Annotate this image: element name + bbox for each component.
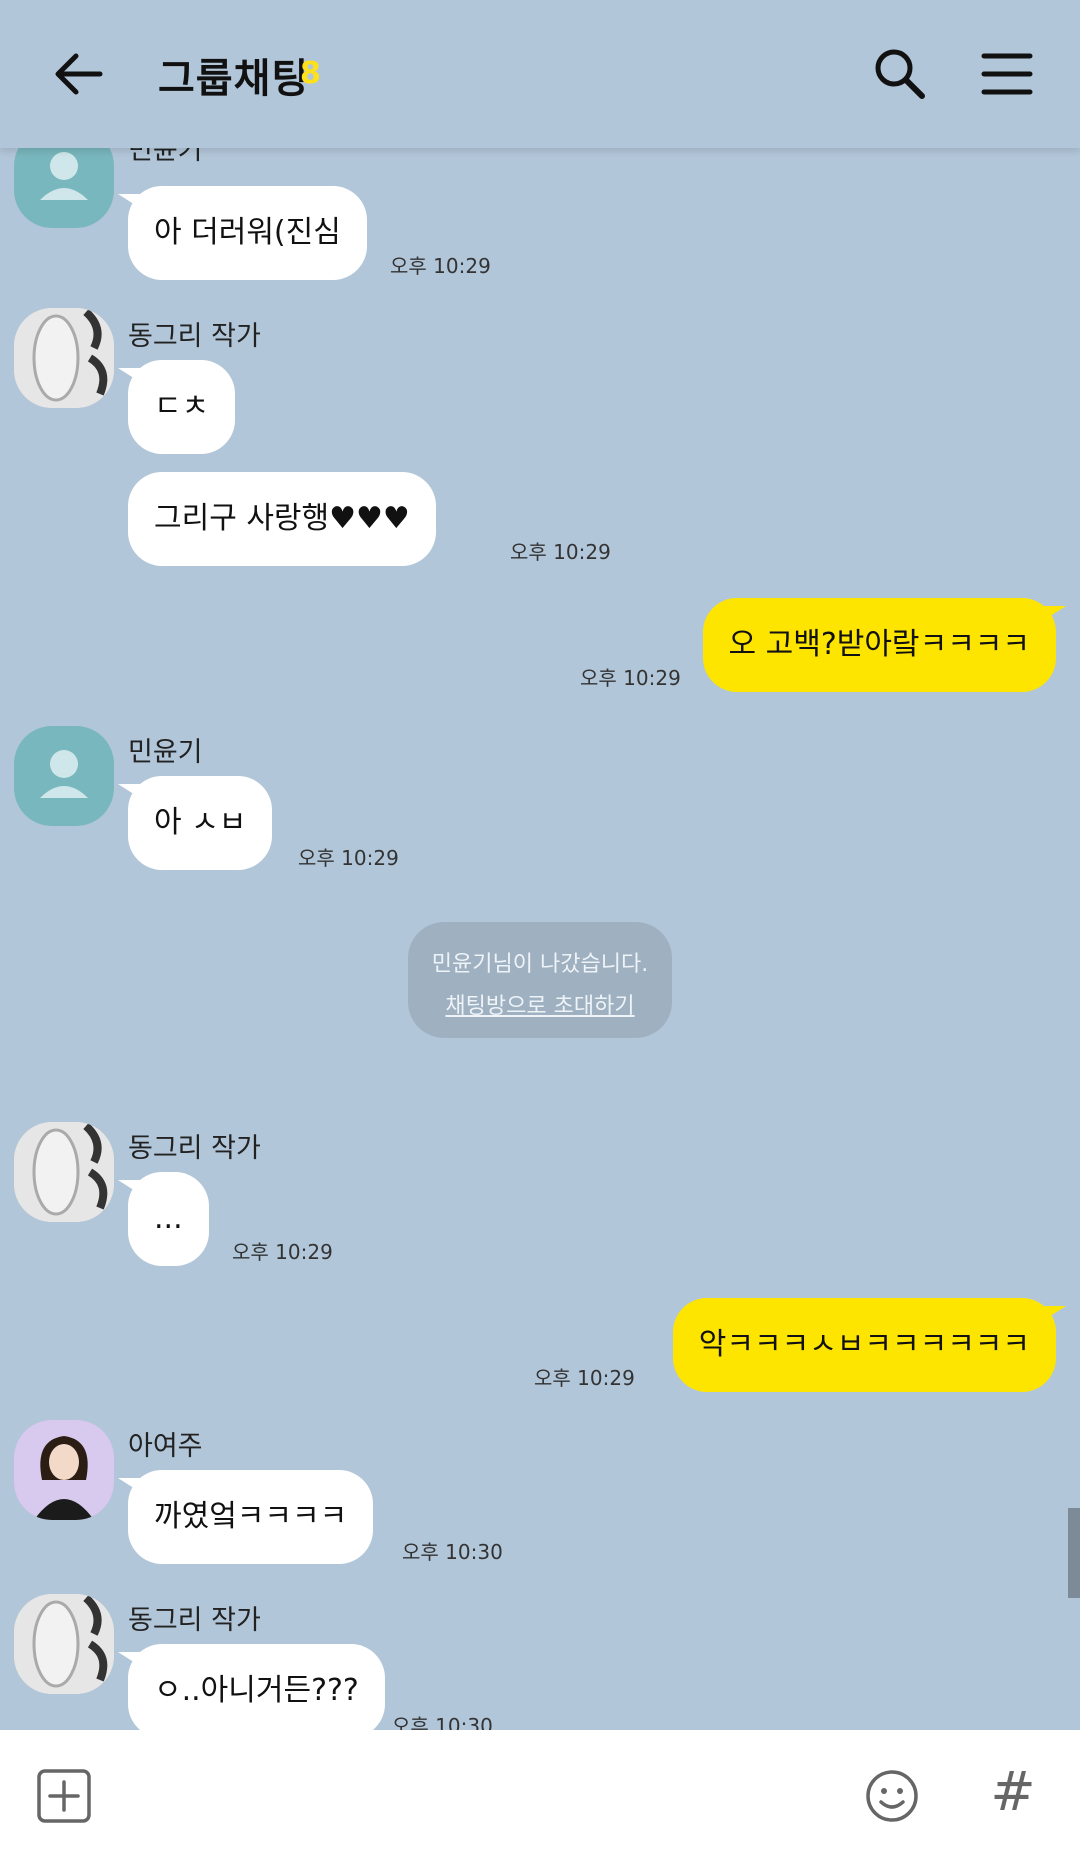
- default-profile-icon: [40, 152, 88, 200]
- avatar[interactable]: [14, 726, 114, 826]
- message-bubble[interactable]: ㅇ..아니거든???: [118, 1644, 385, 1730]
- message-time: 오후 10:30: [402, 1540, 503, 1564]
- avatar[interactable]: [14, 1122, 114, 1222]
- invite-link[interactable]: 채팅방으로 초대하기: [408, 988, 672, 1020]
- message-bubble[interactable]: ...: [118, 1172, 209, 1266]
- arrow-left-icon[interactable]: [48, 44, 108, 104]
- message-bubble[interactable]: 아 ㅅㅂ: [117, 776, 273, 870]
- chat-header: 그룹채팅 8: [0, 0, 1080, 148]
- plus-box-icon[interactable]: [36, 1768, 92, 1824]
- member-count: 8: [300, 56, 321, 91]
- message-bubble[interactable]: ㄷㅊ: [117, 360, 236, 454]
- system-notice: 민윤기님이 나갔습니다. 채팅방으로 초대하기: [408, 922, 672, 1038]
- message-time: 오후 10:30: [392, 1714, 493, 1730]
- sender-name: 동그리 작가: [128, 1605, 261, 1636]
- message-bubble[interactable]: 그리구 사랑행♥♥♥: [128, 472, 436, 566]
- profile-photo-icon: [14, 1594, 114, 1694]
- my-message-bubble[interactable]: 악ㅋㅋㅋㅅㅂㅋㅋㅋㅋㅋㅋ: [672, 1298, 1067, 1392]
- profile-photo-icon: [14, 308, 114, 408]
- avatar[interactable]: [14, 1594, 114, 1694]
- message-list[interactable]: 민윤기 아 더러워(진심 오후 10:29 동그리 작가 ㄷㅊ 그리구 사랑행♥…: [0, 148, 1080, 1730]
- message-time: 오후 10:29: [510, 540, 611, 564]
- chat-screen: 그룹채팅 8 민윤기 아 더러워(진심 오후 10:29 동그리 작가 ㄷㅊ 그…: [0, 0, 1080, 1857]
- message-time: 오후 10:29: [390, 254, 491, 278]
- avatar[interactable]: [14, 308, 114, 408]
- message-time: 오후 10:29: [232, 1240, 333, 1264]
- profile-photo-icon: [14, 1420, 114, 1520]
- chat-room-title: 그룹채팅: [158, 56, 310, 102]
- message-time: 오후 10:29: [534, 1366, 635, 1390]
- message-time: 오후 10:29: [580, 666, 681, 690]
- sender-name: 동그리 작가: [128, 321, 261, 352]
- search-icon[interactable]: [872, 46, 928, 102]
- sender-name: 민윤기: [128, 148, 203, 166]
- scrollbar-thumb[interactable]: [1068, 1508, 1080, 1598]
- sender-name: 아여주: [128, 1431, 203, 1462]
- left-notice-text: 민윤기님이 나갔습니다.: [431, 952, 649, 977]
- smiley-icon[interactable]: [864, 1768, 920, 1824]
- profile-photo-icon: [14, 1122, 114, 1222]
- hamburger-menu-icon[interactable]: [980, 50, 1034, 98]
- avatar[interactable]: [14, 1420, 114, 1520]
- default-profile-icon: [40, 750, 88, 798]
- hashtag-icon[interactable]: #: [986, 1762, 1040, 1822]
- my-message-bubble[interactable]: 오 고백?받아랔ㅋㅋㅋㅋ: [702, 598, 1067, 692]
- message-time: 오후 10:29: [298, 846, 399, 870]
- sender-name: 동그리 작가: [128, 1133, 261, 1164]
- input-bar: #: [0, 1730, 1080, 1857]
- avatar[interactable]: [14, 148, 114, 228]
- sender-name: 민윤기: [128, 737, 203, 768]
- message-bubble[interactable]: 까였엌ㅋㅋㅋㅋ: [117, 1470, 374, 1564]
- message-bubble[interactable]: 아 더러워(진심: [118, 186, 367, 280]
